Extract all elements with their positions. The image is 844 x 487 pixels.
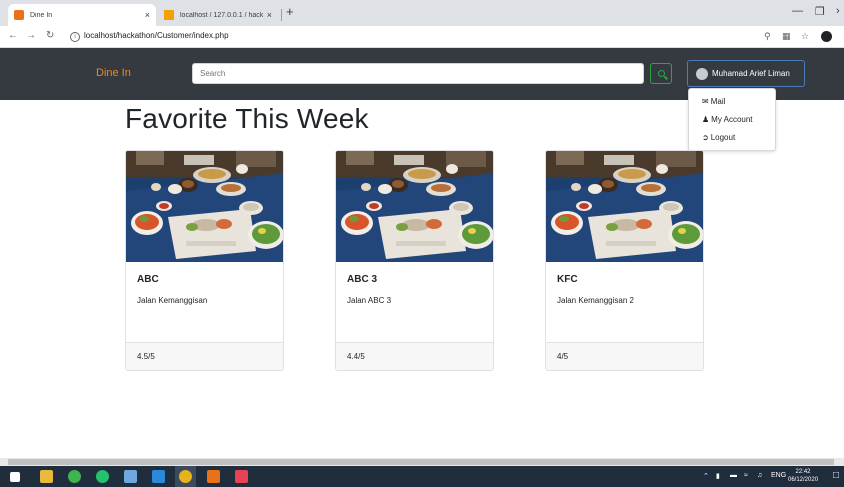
- restaurant-address: Jalan ABC 3: [347, 296, 392, 305]
- restaurant-image: [126, 151, 284, 262]
- card-footer: 4/5: [546, 342, 703, 370]
- address-bar: ← → ↻ i localhost/hackathon/Customer/ind…: [0, 26, 844, 48]
- file-explorer-icon[interactable]: [40, 470, 53, 483]
- translate-icon[interactable]: ▦: [782, 31, 791, 42]
- phpmyadmin-favicon-icon: [164, 10, 174, 20]
- dropdown-item-label: Mail: [710, 97, 726, 106]
- card-footer: 4.5/5: [126, 342, 283, 370]
- search-button[interactable]: [650, 63, 672, 84]
- app-icon[interactable]: [124, 470, 137, 483]
- restaurant-name: ABC: [137, 274, 159, 285]
- url-field[interactable]: localhost/hackathon/Customer/index.php: [84, 31, 229, 40]
- profile-avatar-icon[interactable]: [821, 31, 832, 42]
- brand-link[interactable]: Dine In: [96, 67, 131, 79]
- sign-out-icon: ➲: [702, 133, 709, 142]
- browser-tab-phpmyadmin[interactable]: localhost / 127.0.0.1 / hackathon ×: [158, 4, 278, 26]
- language-indicator[interactable]: ENG: [771, 472, 786, 479]
- back-icon[interactable]: ←: [8, 30, 18, 41]
- key-icon[interactable]: ⚲: [764, 31, 771, 42]
- user-name: Muhamad Arief Liman: [712, 69, 790, 78]
- page-title: Favorite This Week: [125, 103, 369, 134]
- minimize-icon[interactable]: —: [792, 5, 803, 17]
- avatar: [696, 67, 708, 80]
- restaurant-rating: 4.5/5: [137, 352, 155, 361]
- tab-title: Dine In: [30, 11, 53, 19]
- tray-app-icon[interactable]: ▮: [716, 472, 720, 480]
- app-icon[interactable]: [235, 470, 248, 483]
- restaurant-card[interactable]: KFC Jalan Kemanggisan 2 4/5: [545, 150, 704, 371]
- envelope-icon: ✉: [702, 97, 709, 106]
- restaurant-card[interactable]: ABC Jalan Kemanggisan 4.5/5: [125, 150, 284, 371]
- restaurant-address: Jalan Kemanggisan 2: [557, 296, 634, 305]
- bookmark-star-icon[interactable]: ☆: [801, 31, 809, 42]
- volume-icon[interactable]: ♫: [757, 472, 762, 479]
- restaurant-name: ABC 3: [347, 274, 378, 285]
- browser-tab-dine-in[interactable]: Dine In ×: [8, 4, 156, 26]
- dropdown-item-mail[interactable]: ✉ Mail: [702, 97, 725, 106]
- restaurant-card[interactable]: ABC 3 Jalan ABC 3 4.4/5: [335, 150, 494, 371]
- wifi-icon[interactable]: ≈: [744, 472, 748, 479]
- close-tab-icon[interactable]: ×: [267, 10, 272, 20]
- restaurant-image: [336, 151, 494, 262]
- dropdown-item-label: My Account: [711, 115, 753, 124]
- tab-title: localhost / 127.0.0.1 / hackathon: [180, 11, 263, 19]
- dropdown-item-logout[interactable]: ➲ Logout: [702, 133, 735, 142]
- restaurant-rating: 4/5: [557, 352, 569, 361]
- restaurant-image: [546, 151, 704, 262]
- windows-taskbar: ⌃ ▮ ▬ ≈ ♫ ENG 22:42 06/12/2020 □: [0, 466, 844, 487]
- browser-tab-bar: Dine In × localhost / 127.0.0.1 / hackat…: [0, 0, 844, 26]
- restore-icon[interactable]: ❐: [815, 5, 825, 18]
- vscode-icon[interactable]: [152, 470, 165, 483]
- tray-chevron-icon[interactable]: ⌃: [703, 472, 709, 480]
- clock-date: 06/12/2020: [788, 477, 819, 483]
- clock-time: 22:42: [795, 469, 811, 475]
- user-icon: ♟: [702, 115, 710, 124]
- card-footer: 4.4/5: [336, 342, 493, 370]
- windows-start-icon[interactable]: [10, 472, 20, 482]
- reload-icon[interactable]: ↻: [46, 30, 54, 41]
- new-tab-button[interactable]: +: [286, 4, 294, 19]
- dropdown-item-label: Logout: [710, 133, 736, 142]
- forward-icon[interactable]: →: [26, 30, 36, 41]
- xampp-icon[interactable]: [207, 470, 220, 483]
- user-dropdown-menu: ✉ Mail ♟ My Account ➲ Logout: [688, 88, 776, 151]
- chrome-icon[interactable]: [179, 470, 192, 483]
- notifications-icon[interactable]: □: [833, 470, 839, 481]
- search-input[interactable]: [192, 63, 644, 84]
- restaurant-name: KFC: [557, 274, 578, 285]
- scrollbar-thumb[interactable]: [8, 459, 834, 465]
- messaging-icon[interactable]: [96, 470, 109, 483]
- system-clock[interactable]: 22:42 06/12/2020: [788, 468, 818, 484]
- horizontal-scrollbar[interactable]: [0, 458, 844, 466]
- app-icon[interactable]: [68, 470, 81, 483]
- restaurant-address: Jalan Kemanggisan: [137, 296, 208, 305]
- user-menu-button[interactable]: Muhamad Arief Liman: [687, 60, 805, 87]
- search-icon: [657, 70, 665, 77]
- tab-separator: [281, 9, 282, 21]
- restaurant-rating: 4.4/5: [347, 352, 365, 361]
- close-tab-icon[interactable]: ×: [145, 10, 150, 20]
- site-info-icon[interactable]: i: [70, 32, 80, 42]
- close-window-icon[interactable]: ›: [836, 5, 840, 17]
- dine-in-favicon-icon: [14, 10, 24, 20]
- dropdown-item-my-account[interactable]: ♟ My Account: [702, 115, 753, 124]
- battery-icon[interactable]: ▬: [730, 472, 737, 479]
